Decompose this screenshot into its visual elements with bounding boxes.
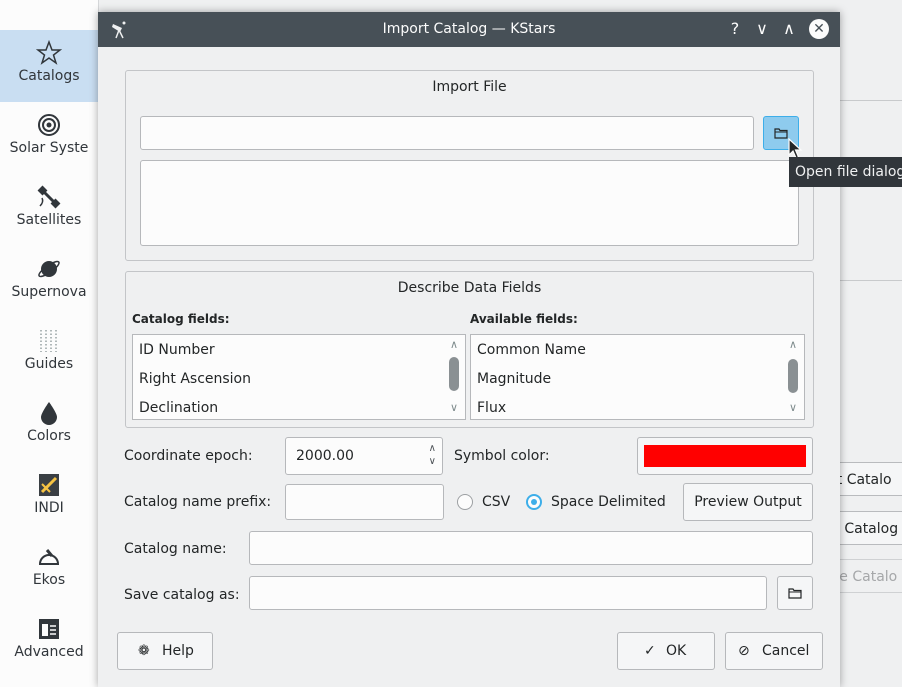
list-item[interactable]: Flux xyxy=(477,400,506,416)
star-icon xyxy=(35,39,63,66)
catalog-name-label: Catalog name: xyxy=(124,541,227,557)
ok-button-label: OK xyxy=(666,643,687,659)
save-catalog-as-input[interactable] xyxy=(249,576,767,610)
space-delimited-radio-label[interactable]: Space Delimited xyxy=(551,494,666,510)
coordinate-epoch-value: 2000.00 xyxy=(296,448,354,464)
guides-icon xyxy=(36,328,62,354)
import-file-group: Import File xyxy=(125,70,814,261)
import-file-preview-area[interactable] xyxy=(140,160,799,246)
sidebar-item-colors[interactable]: Colors xyxy=(0,390,98,462)
supernova-icon xyxy=(36,256,62,282)
sidebar-item-label: Colors xyxy=(27,428,71,444)
sidebar-item-guides[interactable]: Guides xyxy=(0,318,98,390)
preview-output-button[interactable]: Preview Output xyxy=(683,483,813,521)
sidebar-item-satellites[interactable]: Satellites xyxy=(0,174,98,246)
sidebar-item-supernova[interactable]: Supernova xyxy=(0,246,98,318)
sidebar-item-solar-system[interactable]: Solar Syste xyxy=(0,102,98,174)
folder-icon xyxy=(788,588,802,599)
sidebar-item-ekos[interactable]: Ekos xyxy=(0,534,98,606)
satellite-icon xyxy=(36,184,62,210)
maximize-button[interactable]: ∧ xyxy=(778,18,800,40)
sidebar-item-label: Guides xyxy=(24,356,74,372)
scroll-up-arrow-icon[interactable]: ∧ xyxy=(786,338,800,351)
help-question-button[interactable]: ? xyxy=(724,18,746,40)
available-fields-list[interactable]: Common Name Magnitude Flux ∧ ∨ xyxy=(470,334,805,420)
close-button[interactable]: ✕ xyxy=(809,19,829,39)
cancel-button-label: Cancel xyxy=(762,643,810,659)
cancel-circle-icon: ⊘ xyxy=(738,643,750,659)
sidebar-item-advanced[interactable]: Advanced xyxy=(0,606,98,678)
color-drop-icon xyxy=(36,400,62,426)
import-catalog-dialog: Import Catalog — KStars ? ∨ ∧ ✕ Import F… xyxy=(98,12,840,687)
sidebar-item-label: Solar Syste xyxy=(9,140,89,156)
folder-icon xyxy=(774,128,788,139)
import-file-path-input[interactable] xyxy=(140,116,754,150)
catalog-fields-list[interactable]: ID Number Right Ascension Declination ∧ … xyxy=(132,334,466,420)
open-file-dialog-tooltip: Open file dialog xyxy=(789,157,902,187)
scrollbar-thumb[interactable] xyxy=(449,357,459,391)
ekos-icon xyxy=(36,544,62,570)
ok-button[interactable]: ✓ OK xyxy=(617,632,715,670)
sidebar-item-label: Satellites xyxy=(16,212,82,228)
help-button-label: Help xyxy=(162,643,194,659)
csv-radio[interactable] xyxy=(457,494,473,510)
save-catalog-as-label: Save catalog as: xyxy=(124,587,240,603)
scroll-down-arrow-icon[interactable]: ∨ xyxy=(786,401,800,414)
minimize-button[interactable]: ∨ xyxy=(751,18,773,40)
csv-radio-label[interactable]: CSV xyxy=(482,494,510,510)
coordinate-epoch-label: Coordinate epoch: xyxy=(124,448,253,464)
save-catalog-browse-button[interactable] xyxy=(777,576,813,610)
list-item[interactable]: Common Name xyxy=(477,342,586,358)
settings-sidebar: Catalogs Solar Syste Satellites Supernov… xyxy=(0,0,99,687)
sidebar-item-catalogs[interactable]: Catalogs xyxy=(0,30,98,102)
space-delimited-radio[interactable] xyxy=(526,494,542,510)
sidebar-item-label: Advanced xyxy=(14,644,84,660)
symbol-color-swatch xyxy=(644,445,806,467)
group-title: Describe Data Fields xyxy=(397,280,542,296)
symbol-color-label: Symbol color: xyxy=(454,448,550,464)
catalog-name-prefix-label: Catalog name prefix: xyxy=(124,494,272,510)
coordinate-epoch-spinbox[interactable]: 2000.00 ∧ ∨ xyxy=(285,437,443,475)
available-fields-label: Available fields: xyxy=(470,312,578,326)
list-item[interactable]: Right Ascension xyxy=(139,371,251,387)
scroll-down-arrow-icon[interactable]: ∨ xyxy=(447,401,461,414)
background-divider xyxy=(840,280,902,281)
scrollbar-thumb[interactable] xyxy=(788,359,798,393)
sidebar-item-label: Catalogs xyxy=(18,68,80,84)
check-icon: ✓ xyxy=(644,643,656,659)
list-item[interactable]: Declination xyxy=(139,400,218,416)
advanced-icon xyxy=(36,616,62,642)
dialog-titlebar[interactable]: Import Catalog — KStars ? ∨ ∧ ✕ xyxy=(98,12,840,47)
solar-system-icon xyxy=(36,112,62,138)
symbol-color-button[interactable] xyxy=(637,437,813,475)
indi-icon xyxy=(36,472,62,498)
background-divider xyxy=(840,100,902,101)
help-button[interactable]: ❁ Help xyxy=(117,632,213,670)
catalog-fields-label: Catalog fields: xyxy=(132,312,230,326)
scroll-up-arrow-icon[interactable]: ∧ xyxy=(447,338,461,351)
spin-arrows-icon[interactable]: ∧ ∨ xyxy=(429,442,436,468)
sidebar-item-label: Ekos xyxy=(32,572,66,588)
catalog-name-prefix-input[interactable] xyxy=(285,484,444,520)
describe-data-fields-group: Describe Data Fields Catalog fields: Ava… xyxy=(125,271,814,428)
cancel-button[interactable]: ⊘ Cancel xyxy=(725,632,823,670)
list-item[interactable]: ID Number xyxy=(139,342,215,358)
list-item[interactable]: Magnitude xyxy=(477,371,551,387)
sidebar-item-label: INDI xyxy=(34,500,64,516)
lifebuoy-icon: ❁ xyxy=(138,643,150,659)
catalog-name-input[interactable] xyxy=(249,531,813,565)
sidebar-item-label: Supernova xyxy=(11,284,87,300)
sidebar-item-indi[interactable]: INDI xyxy=(0,462,98,534)
group-title: Import File xyxy=(432,79,507,95)
